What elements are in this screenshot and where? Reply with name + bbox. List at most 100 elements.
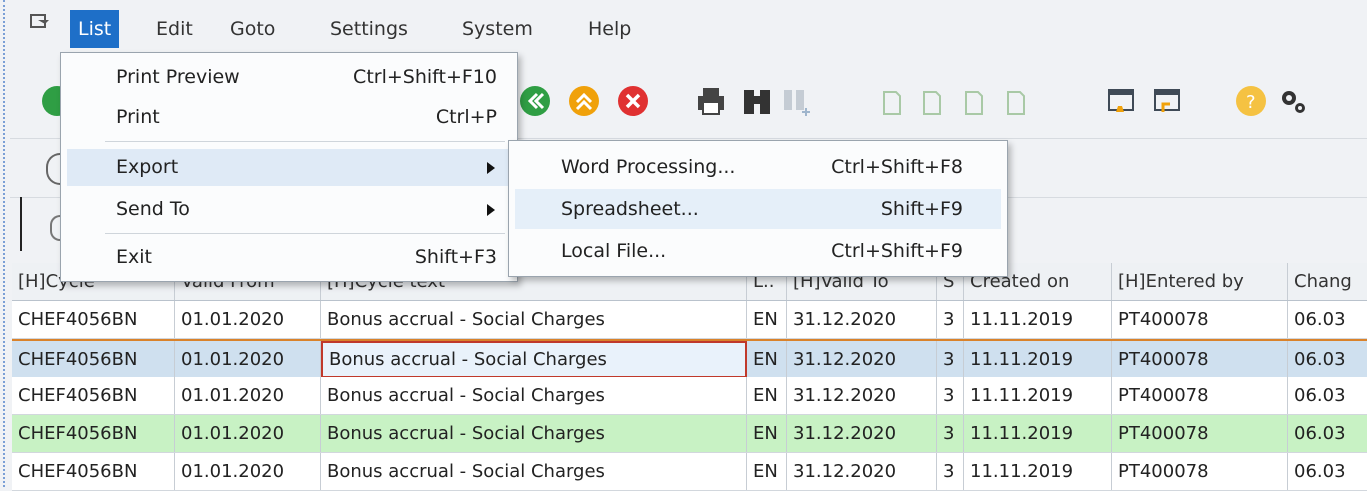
cell-language: EN xyxy=(747,415,787,452)
menu-edit[interactable]: Edit xyxy=(148,10,201,48)
menu-settings[interactable]: Settings xyxy=(322,10,416,48)
menu-item-shortcut: Ctrl+P xyxy=(435,106,497,128)
menu-item-label: Send To xyxy=(116,198,190,220)
menu-item-print-preview[interactable]: Print Preview Ctrl+Shift+F10 xyxy=(67,59,511,96)
list-menu-dropdown: Print Preview Ctrl+Shift+F10 Print Ctrl+… xyxy=(60,52,518,282)
menu-toggle-icon[interactable] xyxy=(30,14,50,30)
menu-item-word-processing[interactable]: Word Processing... Ctrl+Shift+F8 xyxy=(515,147,1001,187)
menu-separator xyxy=(105,141,505,142)
exit-up-icon[interactable] xyxy=(567,84,601,118)
cell-changed: 06.03 xyxy=(1294,461,1346,482)
menu-goto[interactable]: Goto xyxy=(222,10,283,48)
menu-item-shortcut: Shift+F9 xyxy=(880,198,963,220)
cell-created-on: 11.11.2019 xyxy=(964,341,1112,378)
cell-language: EN xyxy=(747,453,787,490)
menu-item-send-to[interactable]: Send To xyxy=(67,191,511,228)
cell-valid-to: 31.12.2020 xyxy=(787,341,937,378)
cell-changed: 06.03 xyxy=(1294,423,1346,444)
last-page-icon[interactable] xyxy=(998,84,1032,118)
cell-entered-by: PT400078 xyxy=(1112,301,1288,338)
settings-gear-icon[interactable] xyxy=(1276,84,1310,118)
cell-cycle-text: Bonus accrual - Social Charges xyxy=(321,415,747,452)
cell-status: 3 xyxy=(937,341,964,378)
cell-language: EN xyxy=(747,377,787,414)
menu-item-shortcut: Shift+F3 xyxy=(414,246,497,268)
column-header-changed[interactable]: Chang xyxy=(1288,263,1367,300)
cell-cycle-text: Bonus accrual - Social Charges xyxy=(321,301,747,338)
menu-item-spreadsheet[interactable]: Spreadsheet... Shift+F9 xyxy=(515,189,1001,229)
focus-marker xyxy=(20,197,22,251)
menu-help[interactable]: Help xyxy=(580,10,639,48)
cell-cycle: CHEF4056BN xyxy=(12,341,175,378)
cell-cycle: CHEF4056BN xyxy=(12,301,175,338)
menu-item-print[interactable]: Print Ctrl+P xyxy=(67,99,511,136)
cell-valid-from: 01.01.2020 xyxy=(175,415,321,452)
cell-entered-by: PT400078 xyxy=(1112,377,1288,414)
menu-system[interactable]: System xyxy=(454,10,541,48)
new-session-icon[interactable] xyxy=(1104,84,1138,118)
menu-item-label: Export xyxy=(116,156,179,178)
svg-text:?: ? xyxy=(1246,92,1256,113)
cell-valid-from: 01.01.2020 xyxy=(175,377,321,414)
menu-item-local-file[interactable]: Local File... Ctrl+Shift+F9 xyxy=(515,231,1001,271)
menu-item-export[interactable]: Export xyxy=(67,149,511,186)
menu-separator xyxy=(105,233,505,234)
back-icon[interactable] xyxy=(518,84,552,118)
menu-item-exit[interactable]: Exit Shift+F3 xyxy=(67,239,511,276)
cell-entered-by: PT400078 xyxy=(1112,415,1288,452)
next-page-icon[interactable] xyxy=(956,84,990,118)
menu-item-label: Print xyxy=(116,106,160,128)
cell-changed: 06.03 xyxy=(1294,385,1346,406)
menu-item-label: Print Preview xyxy=(116,66,240,88)
cell-valid-to: 31.12.2020 xyxy=(787,377,937,414)
shortcut-icon[interactable] xyxy=(1150,84,1184,118)
table-row[interactable]: CHEF4056BN 01.01.2020 Bonus accrual - So… xyxy=(12,301,1367,339)
submenu-arrow-icon xyxy=(487,162,495,174)
cell-status: 3 xyxy=(937,377,964,414)
table-row[interactable]: CHEF4056BN 01.01.2020 Bonus accrual - So… xyxy=(12,377,1367,415)
menu-item-label: Word Processing... xyxy=(561,156,736,178)
cell-language: EN xyxy=(747,301,787,338)
cell-cycle: CHEF4056BN xyxy=(12,415,175,452)
window-edge-marker xyxy=(3,0,5,487)
cell-language: EN xyxy=(747,341,787,378)
cell-cycle-text: Bonus accrual - Social Charges xyxy=(321,377,747,414)
export-submenu: Word Processing... Ctrl+Shift+F8 Spreads… xyxy=(508,140,1008,277)
cell-entered-by: PT400078 xyxy=(1112,341,1288,378)
previous-page-icon[interactable] xyxy=(914,84,948,118)
cell-cycle-text-focused[interactable]: Bonus accrual - Social Charges xyxy=(321,341,747,378)
submenu-arrow-icon xyxy=(487,204,495,216)
cell-changed: 06.03 xyxy=(1294,349,1346,370)
column-header-entered-by[interactable]: [H]Entered by xyxy=(1112,263,1288,300)
table-row-selected[interactable]: CHEF4056BN 01.01.2020 Bonus accrual - So… xyxy=(12,339,1367,380)
cell-valid-to: 31.12.2020 xyxy=(787,301,937,338)
cell-cycle: CHEF4056BN xyxy=(12,453,175,490)
cell-status: 3 xyxy=(937,453,964,490)
cell-valid-from: 01.01.2020 xyxy=(175,453,321,490)
cell-cycle: CHEF4056BN xyxy=(12,377,175,414)
menu-item-shortcut: Ctrl+Shift+F10 xyxy=(353,66,497,88)
first-page-icon[interactable] xyxy=(874,84,908,118)
cell-valid-from: 01.01.2020 xyxy=(175,301,321,338)
cell-valid-to: 31.12.2020 xyxy=(787,453,937,490)
cell-entered-by: PT400078 xyxy=(1112,453,1288,490)
print-icon[interactable] xyxy=(694,84,728,118)
menu-item-shortcut: Ctrl+Shift+F9 xyxy=(831,240,963,262)
find-next-icon[interactable] xyxy=(780,84,814,118)
cell-changed: 06.03 xyxy=(1294,309,1346,330)
cancel-icon[interactable] xyxy=(616,84,650,118)
cell-created-on: 11.11.2019 xyxy=(964,377,1112,414)
menu-item-label: Local File... xyxy=(561,240,667,262)
menu-item-label: Exit xyxy=(116,246,152,268)
find-icon[interactable] xyxy=(740,84,774,118)
menu-list[interactable]: List xyxy=(70,10,120,48)
table-row-highlighted[interactable]: CHEF4056BN 01.01.2020 Bonus accrual - So… xyxy=(12,415,1367,453)
table-row[interactable]: CHEF4056BN 01.01.2020 Bonus accrual - So… xyxy=(12,453,1367,491)
cell-created-on: 11.11.2019 xyxy=(964,415,1112,452)
cell-status: 3 xyxy=(937,301,964,338)
cell-status: 3 xyxy=(937,415,964,452)
menu-item-label: Spreadsheet... xyxy=(561,198,699,220)
cell-valid-to: 31.12.2020 xyxy=(787,415,937,452)
cell-created-on: 11.11.2019 xyxy=(964,453,1112,490)
help-icon[interactable]: ? xyxy=(1234,84,1268,118)
